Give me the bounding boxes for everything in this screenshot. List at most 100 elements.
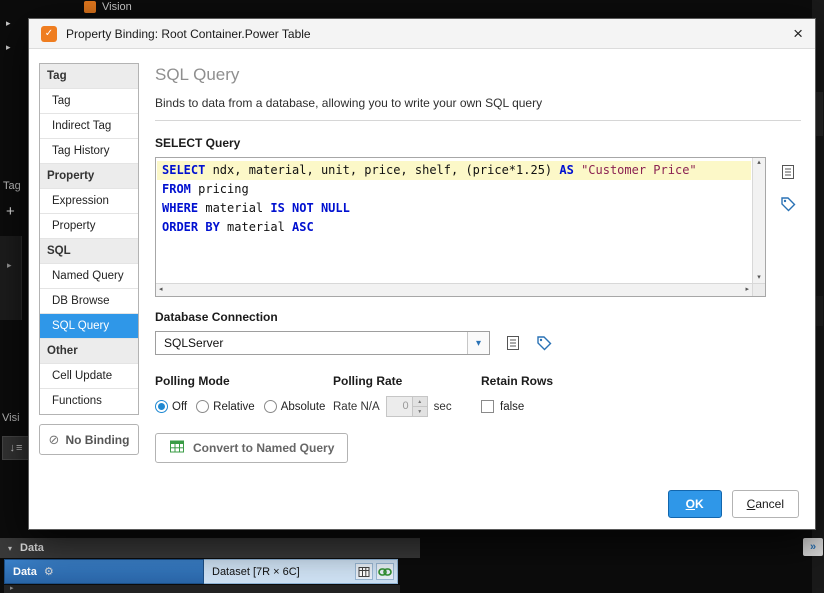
vision-icon [84, 0, 96, 13]
data-section-title: Data [20, 542, 44, 554]
data-row-icons [355, 563, 397, 580]
list-lines-icon: ≡ [16, 442, 23, 454]
polling-mode-radio-group: Off Relative Absolute [155, 400, 333, 413]
binding-section-tag: Tag [40, 64, 138, 89]
scroll-left-icon[interactable]: ◂ [159, 286, 163, 294]
radio-icon [263, 400, 277, 413]
database-connection-value: SQLServer [164, 336, 224, 350]
polling-mode-relative-radio[interactable]: Relative [196, 400, 255, 413]
binding-item-db-browse[interactable]: DB Browse [40, 289, 138, 314]
tag-icon[interactable] [780, 196, 796, 212]
retain-rows-checkbox-row[interactable]: false [481, 400, 801, 413]
convert-button-label: Convert to Named Query [193, 441, 335, 455]
dataset-value: Dataset [7R × 6C] [212, 565, 300, 578]
background-vision-tab-partial: Visi [2, 412, 20, 424]
polling-controls-row: Off Relative Absolute Rate N/A 0 ▲ ▼ sec… [155, 396, 801, 417]
binding-section-sql: SQL [40, 239, 138, 264]
close-icon[interactable]: × [793, 25, 803, 42]
property-binding-dialog: ✓ Property Binding: Root Container.Power… [28, 18, 816, 530]
ok-button[interactable]: OK [667, 490, 722, 518]
expand-triangle-icon: ▸ [6, 42, 11, 52]
database-connection-label: Database Connection [155, 310, 278, 324]
polling-rate-controls: Rate N/A 0 ▲ ▼ sec [333, 396, 481, 417]
collapse-triangle-icon: ▾ [8, 543, 13, 553]
checkbox-label: false [500, 400, 525, 413]
radio-icon [196, 400, 210, 413]
binding-item-cell-update[interactable]: Cell Update [40, 364, 138, 389]
binding-item-tag[interactable]: Tag [40, 89, 138, 114]
sql-line-2: FROM pricing [162, 182, 249, 196]
database-connection-select[interactable]: SQLServer ▾ [155, 331, 490, 355]
retain-rows-controls: false [481, 400, 801, 413]
divider [155, 120, 801, 121]
spinner-up-icon[interactable]: ▲ [412, 397, 427, 406]
no-binding-button[interactable]: ⊘ No Binding [39, 424, 139, 455]
query-doc-icon[interactable] [780, 164, 796, 180]
select-query-label: SELECT Query [155, 136, 241, 150]
database-connection-row: SQLServer ▾ [155, 331, 801, 355]
data-next-row-partial: ▸ [4, 585, 400, 593]
background-panel-strip: ▸ [0, 236, 22, 320]
sql-code: SELECT ndx, material, unit, price, shelf… [157, 159, 751, 282]
polling-mode-off-radio[interactable]: Off [155, 400, 187, 413]
data-section-header: ▾ Data [0, 538, 420, 558]
no-binding-label: No Binding [65, 432, 130, 447]
binding-item-sql-query-selected[interactable]: SQL Query [40, 314, 138, 339]
sql-line-1: SELECT ndx, material, unit, price, shelf… [157, 161, 751, 180]
expand-triangle-icon: ▸ [7, 260, 12, 270]
rate-spinner[interactable]: 0 ▲ ▼ [385, 396, 428, 417]
convert-to-named-query-button[interactable]: Convert to Named Query [155, 433, 349, 463]
scroll-down-icon[interactable]: ▾ [757, 274, 761, 282]
query-editor-row: SELECT ndx, material, unit, price, shelf… [155, 157, 801, 297]
data-property-label: Data [13, 565, 37, 578]
binding-link-icon [376, 563, 394, 580]
no-binding-icon: ⊘ [48, 431, 60, 447]
add-icon: + [6, 203, 15, 220]
sql-line-3: WHERE material IS NOT NULL [162, 201, 350, 215]
dialog-footer: OK Cancel [667, 490, 799, 518]
binding-item-property[interactable]: Property [40, 214, 138, 239]
dialog-titlebar[interactable]: ✓ Property Binding: Root Container.Power… [29, 19, 815, 49]
checkbox-icon[interactable] [481, 400, 494, 413]
rate-unit-label: sec [433, 400, 452, 413]
vertical-scrollbar[interactable]: ▴ ▾ [752, 158, 765, 283]
expand-triangle-icon: ▸ [6, 18, 11, 28]
page-title: SQL Query [155, 65, 240, 84]
wrench-icon: ⚙ [43, 566, 54, 578]
binding-item-named-query[interactable]: Named Query [40, 264, 138, 289]
dialog-body: Tag Tag Indirect Tag Tag History Propert… [29, 49, 815, 530]
arrow-down-icon: ↓ [9, 442, 16, 454]
dialog-title: Property Binding: Root Container.Power T… [66, 26, 311, 41]
editor-side-toolbar [775, 157, 801, 297]
chevron-down-icon[interactable]: ▾ [467, 332, 489, 354]
cancel-button[interactable]: Cancel [731, 490, 799, 518]
horizontal-scrollbar[interactable]: ◂ ▸ [156, 283, 752, 296]
tag-icon[interactable] [536, 335, 552, 351]
polling-mode-absolute-radio[interactable]: Absolute [263, 400, 325, 413]
binding-item-indirect-tag[interactable]: Indirect Tag [40, 114, 138, 139]
scroll-up-icon[interactable]: ▴ [757, 159, 761, 167]
spinner-buttons: ▲ ▼ [411, 397, 427, 416]
retain-rows-label: Retain Rows [481, 374, 554, 388]
binding-item-functions[interactable]: Functions [40, 389, 138, 414]
polling-mode-label: Polling Mode [155, 374, 230, 388]
sql-query-editor[interactable]: SELECT ndx, material, unit, price, shelf… [155, 157, 766, 297]
sql-query-panel: SQL Query Binds to data from a database,… [155, 63, 801, 518]
binding-section-other: Other [40, 339, 138, 364]
binding-item-tag-history[interactable]: Tag History [40, 139, 138, 164]
rate-value: 0 [402, 400, 409, 412]
connection-doc-icon[interactable] [505, 335, 521, 351]
scroll-right-icon[interactable]: ▸ [745, 286, 749, 294]
binding-type-list: Tag Tag Indirect Tag Tag History Propert… [39, 63, 139, 415]
binding-item-expression[interactable]: Expression [40, 189, 138, 214]
screen: Vision ▸ ▸ Tag + ▸ Visi ↓ ≡ » ▸ » ▾ Data… [0, 0, 824, 593]
background-tag-label: Tag [3, 180, 21, 192]
sql-line-4: ORDER BY material ASC [162, 220, 314, 234]
spinner-down-icon[interactable]: ▼ [412, 406, 427, 416]
radio-label: Off [172, 400, 188, 413]
data-property-row: Data ⚙ Dataset [7R × 6C] [4, 559, 398, 584]
table-convert-icon [169, 439, 185, 457]
binding-type-sidebar: Tag Tag Indirect Tag Tag History Propert… [39, 63, 139, 518]
polling-rate-label: Polling Rate [333, 374, 403, 388]
sort-icon: ↓ ≡ [2, 436, 30, 460]
